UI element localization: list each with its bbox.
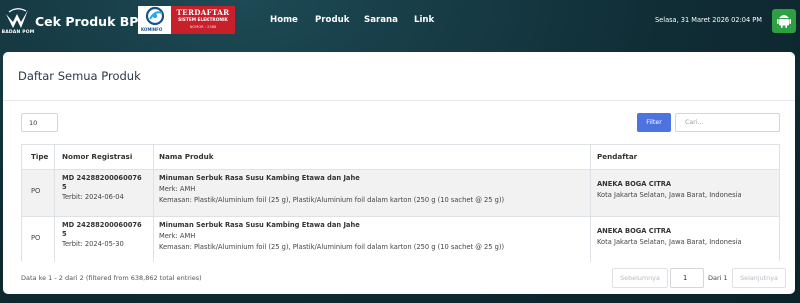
search-input[interactable] (675, 113, 780, 132)
cell-product-name: Minuman Serbuk Rasa Susu Kambing Etawa d… (159, 174, 360, 182)
cell-alamat: Kota Jakarta Selatan, Jawa Barat, Indone… (597, 191, 742, 199)
column-divider (54, 145, 55, 262)
table-row[interactable]: PO MD 24288200060076 5 Terbit: 2024-06-0… (22, 170, 779, 216)
cell-reg-number-cont: 5 (62, 183, 67, 191)
android-app-button[interactable] (772, 9, 796, 33)
cell-product-name: Minuman Serbuk Rasa Susu Kambing Etawa d… (159, 221, 360, 229)
cell-terbit: Terbit: 2024-05-30 (62, 240, 124, 248)
nav-link[interactable]: Link (414, 15, 434, 25)
nav-sarana[interactable]: Sarana (364, 15, 398, 25)
nav-home[interactable]: Home (270, 15, 298, 25)
badge-line-1: TERDAFTAR (176, 8, 230, 17)
cell-kemasan: Kemasan: Plastik/Aluminium foil (25 g), … (159, 196, 505, 204)
cell-kemasan: Kemasan: Plastik/Aluminium foil (25 g), … (159, 243, 505, 251)
cell-reg-number: MD 24288200060076 (62, 221, 142, 229)
cell-pendaftar: ANEKA BOGA CITRA (597, 180, 672, 188)
android-icon (777, 15, 791, 28)
page-total: Dari 1 (708, 274, 728, 282)
previous-page-button[interactable]: Sebelumnya (612, 268, 668, 288)
divider (3, 100, 795, 101)
table-row[interactable]: PO MD 24288200060076 5 Terbit: 2024-05-3… (22, 217, 779, 261)
product-table: Tipe Nomor Registrasi Nama Produk Pendaf… (21, 144, 780, 262)
product-list-card: Daftar Semua Produk Filter Tipe Nomor Re… (3, 52, 795, 294)
cell-tipe: PO (31, 234, 41, 242)
pse-registered-badge[interactable]: KOMINFO TERDAFTAR SISTEM ELEKTRONIK NOMO… (138, 6, 235, 34)
next-page-button[interactable]: Selanjutnya (732, 268, 786, 288)
kominfo-logo-icon: KOMINFO (138, 6, 172, 34)
cell-reg-number: MD 24288200060076 (62, 174, 142, 182)
th-nama-produk[interactable]: Nama Produk (159, 152, 214, 161)
th-pendaftar[interactable]: Pendaftar (597, 152, 637, 161)
cell-pendaftar: ANEKA BOGA CITRA (597, 227, 672, 235)
page-number-input[interactable] (670, 268, 704, 288)
current-datetime: Selasa, 31 Maret 2026 02:04 PM (655, 16, 762, 24)
cell-tipe: PO (31, 187, 41, 195)
cell-reg-number-cont: 5 (62, 230, 67, 238)
page-length-select[interactable] (21, 113, 58, 132)
column-divider (153, 145, 154, 262)
nav-produk[interactable]: Produk (315, 15, 349, 25)
badge-label: TERDAFTAR SISTEM ELEKTRONIK NOMOR : 2388 (171, 6, 235, 34)
table-info: Data ke 1 - 2 dari 2 (filtered from 638,… (21, 274, 202, 282)
badge-line-3: NOMOR : 2388 (189, 25, 217, 29)
th-nomor-registrasi[interactable]: Nomor Registrasi (62, 152, 132, 161)
cell-alamat: Kota Jakarta Selatan, Jawa Barat, Indone… (597, 238, 742, 246)
cell-merk: Merk: AMH (159, 232, 196, 240)
page-title: Daftar Semua Produk (18, 69, 141, 83)
cell-terbit: Terbit: 2024-06-04 (62, 193, 124, 201)
badge-line-2: SISTEM ELEKTRONIK (178, 18, 228, 23)
navbar: BADAN POM Cek Produk BPOM KOMINFO TERDAF… (0, 0, 800, 44)
th-tipe[interactable]: Tipe (31, 152, 48, 161)
logo-caption: BADAN POM (1, 30, 35, 35)
column-divider (590, 145, 591, 262)
filter-button[interactable]: Filter (637, 113, 671, 132)
table-header: Tipe Nomor Registrasi Nama Produk Pendaf… (22, 145, 779, 169)
kominfo-text: KOMINFO (141, 27, 163, 32)
cell-merk: Merk: AMH (159, 185, 196, 193)
